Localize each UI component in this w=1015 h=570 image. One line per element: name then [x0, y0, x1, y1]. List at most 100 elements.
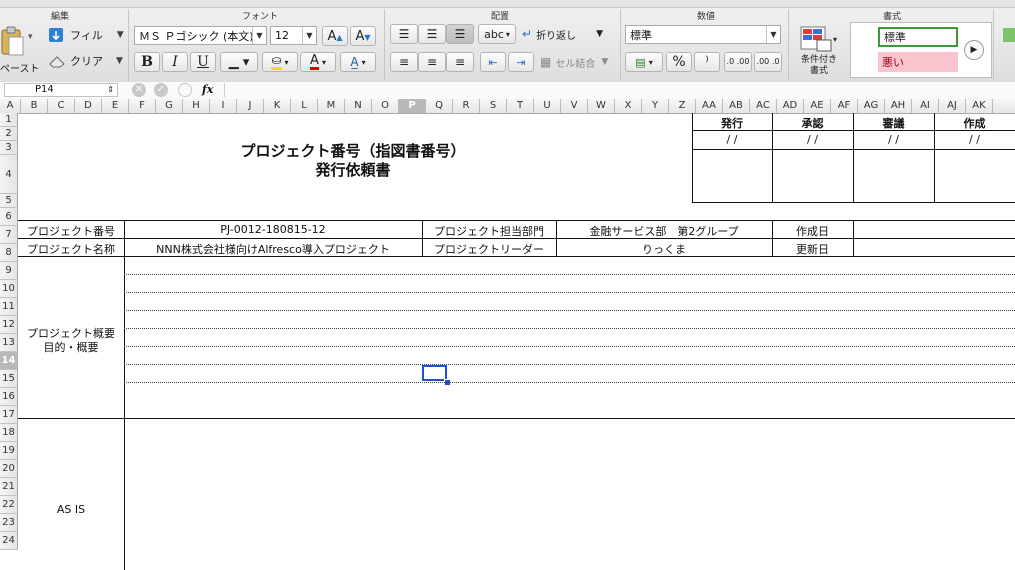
phonetic-button[interactable]: A̲ ▾	[340, 52, 376, 72]
column-header-AJ[interactable]: AJ	[939, 99, 966, 113]
column-header-W[interactable]: W	[588, 99, 615, 113]
align-right-button[interactable]: ≡	[446, 52, 474, 72]
merge-cells-button[interactable]: ▦ セル結合 ▼	[540, 53, 608, 71]
column-header-J[interactable]: J	[237, 99, 264, 113]
percent-button[interactable]: %	[666, 52, 692, 72]
row-header-24[interactable]: 24	[0, 532, 18, 550]
column-header-AG[interactable]: AG	[858, 99, 885, 113]
column-header-AI[interactable]: AI	[912, 99, 939, 113]
row-header-2[interactable]: 2	[0, 127, 18, 141]
font-name-select[interactable]: ＭＳ Ｐゴシック (本文) ▼	[134, 26, 267, 45]
font-size-select[interactable]: 12 ▼	[270, 26, 317, 45]
increase-font-button[interactable]: A▲	[322, 26, 348, 46]
row-header-13[interactable]: 13	[0, 334, 18, 352]
row-header-15[interactable]: 15	[0, 370, 18, 388]
column-header-L[interactable]: L	[291, 99, 318, 113]
conditional-format-button[interactable]: ▾	[796, 24, 840, 54]
row-header-18[interactable]: 18	[0, 424, 18, 442]
row-header-8[interactable]: 8	[0, 244, 18, 262]
column-header-U[interactable]: U	[534, 99, 561, 113]
row-header-5[interactable]: 5	[0, 194, 18, 208]
align-top-button[interactable]: ☰	[390, 24, 418, 44]
currency-format-button[interactable]: ▤ ▾	[625, 52, 663, 72]
row-header-20[interactable]: 20	[0, 460, 18, 478]
font-color-button[interactable]: A ▾	[300, 52, 336, 72]
row-header-19[interactable]: 19	[0, 442, 18, 460]
column-header-K[interactable]: K	[264, 99, 291, 113]
formula-input[interactable]	[224, 83, 1015, 97]
row-header-21[interactable]: 21	[0, 478, 18, 496]
column-header-Y[interactable]: Y	[642, 99, 669, 113]
row-header-7[interactable]: 7	[0, 226, 18, 244]
increase-decimal-button[interactable]: .0 .00	[724, 52, 752, 72]
column-header-D[interactable]: D	[75, 99, 102, 113]
decrease-decimal-button[interactable]: .00 .0	[754, 52, 782, 72]
decrease-font-button[interactable]: A▼	[350, 26, 376, 46]
align-center-button[interactable]: ≡	[418, 52, 446, 72]
wrap-text-button[interactable]: ↵ 折り返し ▼	[522, 25, 603, 43]
row-header-9[interactable]: 9	[0, 262, 18, 280]
bold-button[interactable]: B	[134, 52, 160, 72]
column-header-Q[interactable]: Q	[426, 99, 453, 113]
comma-style-button[interactable]: ⁾	[694, 52, 720, 72]
column-header-Z[interactable]: Z	[669, 99, 696, 113]
column-header-AA[interactable]: AA	[696, 99, 723, 113]
decrease-indent-button[interactable]: ⇤	[480, 52, 506, 72]
row-header-10[interactable]: 10	[0, 280, 18, 298]
column-header-G[interactable]: G	[156, 99, 183, 113]
paste-button[interactable]	[0, 24, 26, 58]
underline-button[interactable]: U	[190, 52, 216, 72]
column-header-AD[interactable]: AD	[777, 99, 804, 113]
column-header-AC[interactable]: AC	[750, 99, 777, 113]
cancel-icon[interactable]: ✕	[132, 83, 146, 97]
column-header-R[interactable]: R	[453, 99, 480, 113]
column-header-M[interactable]: M	[318, 99, 345, 113]
align-left-button[interactable]: ≡	[390, 52, 418, 72]
clear-button[interactable]: クリア ▼	[48, 52, 123, 70]
column-header-A[interactable]: A	[0, 99, 21, 113]
column-header-N[interactable]: N	[345, 99, 372, 113]
align-middle-button[interactable]: ☰	[418, 24, 446, 44]
column-header-V[interactable]: V	[561, 99, 588, 113]
paste-dropdown[interactable]: ▾	[28, 32, 33, 42]
column-header-I[interactable]: I	[210, 99, 237, 113]
column-header-F[interactable]: F	[129, 99, 156, 113]
style-bad[interactable]: 悪い	[878, 52, 958, 72]
column-header-AB[interactable]: AB	[723, 99, 750, 113]
column-header-H[interactable]: H	[183, 99, 210, 113]
row-header-1[interactable]: 1	[0, 113, 18, 127]
row-header-4[interactable]: 4	[0, 155, 18, 194]
row-header-12[interactable]: 12	[0, 316, 18, 334]
name-box[interactable]: P14 ⇕	[4, 83, 118, 97]
text-direction-button[interactable]: abc ▾	[478, 24, 516, 44]
number-format-select[interactable]: 標準 ▼	[625, 25, 781, 44]
align-bottom-button[interactable]: ☰	[446, 24, 474, 44]
column-header-E[interactable]: E	[102, 99, 129, 113]
border-button[interactable]: ▁ ▾	[220, 52, 258, 72]
column-header-B[interactable]: B	[21, 99, 48, 113]
style-gallery-next-button[interactable]: ▶	[964, 40, 984, 60]
row-header-6[interactable]: 6	[0, 208, 18, 226]
italic-button[interactable]: I	[162, 52, 188, 72]
style-normal[interactable]: 標準	[878, 27, 958, 47]
confirm-icon[interactable]: ✓	[154, 83, 168, 97]
column-header-AH[interactable]: AH	[885, 99, 912, 113]
column-header-X[interactable]: X	[615, 99, 642, 113]
row-header-3[interactable]: 3	[0, 141, 18, 155]
column-header-C[interactable]: C	[48, 99, 75, 113]
fill-button[interactable]: フィル ▼	[48, 26, 124, 44]
row-header-16[interactable]: 16	[0, 388, 18, 406]
column-header-AK[interactable]: AK	[966, 99, 993, 113]
column-header-AE[interactable]: AE	[804, 99, 831, 113]
row-header-14[interactable]: 14	[0, 352, 18, 370]
row-header-22[interactable]: 22	[0, 496, 18, 514]
function-button[interactable]: fx	[202, 83, 213, 96]
row-header-17[interactable]: 17	[0, 406, 18, 424]
insert-cells-icon[interactable]	[1003, 28, 1015, 42]
row-header-23[interactable]: 23	[0, 514, 18, 532]
column-header-S[interactable]: S	[480, 99, 507, 113]
column-header-O[interactable]: O	[372, 99, 399, 113]
column-header-P[interactable]: P	[399, 99, 426, 113]
fill-color-button[interactable]: ⛀ ▾	[262, 52, 298, 72]
increase-indent-button[interactable]: ⇥	[508, 52, 534, 72]
